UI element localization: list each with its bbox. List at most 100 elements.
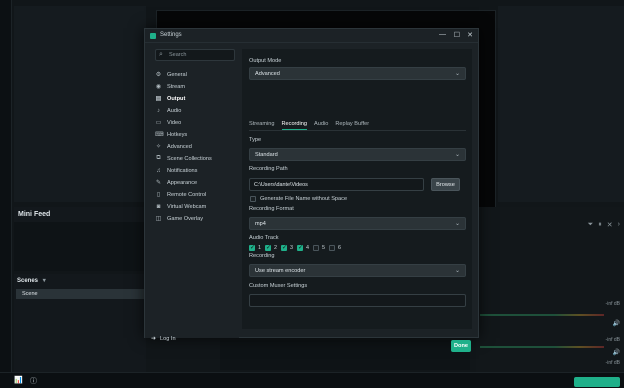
- no-space-label: Generate File Name without Space: [260, 196, 348, 202]
- sidebar-item-appearance[interactable]: ✎ Appearance: [155, 177, 237, 188]
- minifeed-body: [14, 222, 146, 271]
- track-number: 3: [290, 245, 293, 251]
- chevron-down-icon: ⌄: [454, 268, 460, 274]
- audio-track-3[interactable]: 3: [281, 244, 293, 251]
- output-tabs: Streaming Recording Audio Replay Buffer: [249, 121, 369, 130]
- chevron-down-icon: ⌄: [454, 71, 460, 77]
- sidebar-item-label: Appearance: [167, 179, 198, 186]
- login-label: Log In: [160, 335, 176, 342]
- sidebar-item-stream[interactable]: ◉ Stream: [155, 81, 237, 92]
- tabs-divider: [249, 130, 466, 131]
- settings-sidebar: ⌕ ⚙ General ◉ Stream ▤ Output ♪ Audio ▭ …: [145, 43, 239, 342]
- login-icon: ➜: [151, 336, 157, 342]
- sidebar-item-label: Scene Collections: [167, 155, 212, 162]
- stats-icon[interactable]: 📊: [14, 376, 23, 384]
- output-mode-select[interactable]: Advanced ⌄: [249, 67, 466, 80]
- recording-format-select[interactable]: mp4 ⌄: [249, 217, 466, 230]
- filter-icon[interactable]: ⏷: [588, 221, 594, 229]
- sidebar-item-label: Notifications: [167, 167, 198, 174]
- track-checkbox[interactable]: [281, 244, 287, 251]
- tab-audio[interactable]: Audio: [314, 121, 328, 130]
- monitor-icon: ▭: [155, 120, 162, 126]
- audio-track-4[interactable]: 4: [297, 244, 309, 251]
- tab-replay-buffer[interactable]: Replay Buffer: [335, 121, 369, 130]
- done-button[interactable]: Done: [451, 340, 471, 352]
- collections-icon: ⧉: [156, 155, 161, 161]
- recording-encoder-label: Recording: [249, 253, 275, 259]
- audio-track-2[interactable]: 2: [265, 244, 277, 251]
- wrench-icon: ✧: [155, 144, 162, 150]
- sidebar-item-label: Game Overlay: [167, 215, 204, 222]
- audio-mixer: -inf dB 🔊 -inf dB 🔊 -inf dB: [476, 296, 624, 368]
- track-number: 5: [322, 245, 325, 251]
- left-rail: [0, 0, 12, 388]
- output-icon: ▤: [155, 96, 162, 102]
- recording-path-label: Recording Path: [249, 166, 288, 172]
- recording-path-field[interactable]: C:\Users\dante\Videos: [249, 178, 424, 191]
- dialog-title: Settings: [160, 32, 182, 38]
- login-link[interactable]: ➜ Log In: [151, 335, 176, 343]
- close-icon[interactable]: ✕: [607, 221, 613, 229]
- remote-icon: ▯: [156, 192, 161, 198]
- scenes-dropdown-icon[interactable]: ▾: [43, 278, 46, 284]
- keyboard-icon: ⌨: [155, 132, 164, 138]
- speaker-icon[interactable]: 🔊: [613, 320, 620, 327]
- track-checkbox[interactable]: [297, 244, 303, 251]
- minifeed-title: Mini Feed: [18, 211, 51, 218]
- dialog-titlebar[interactable]: Settings — ☐ ✕: [145, 29, 478, 43]
- track-checkbox[interactable]: [329, 245, 335, 251]
- sidebar-item-label: General: [167, 71, 187, 78]
- scenes-title: Scenes: [17, 278, 39, 284]
- search-box[interactable]: ⌕: [155, 49, 235, 61]
- recording-encoder-select[interactable]: Use stream encoder ⌄: [249, 264, 466, 277]
- app-icon: [150, 33, 156, 39]
- audio-track-5[interactable]: 5: [313, 245, 325, 251]
- chevron-down-icon: ⌄: [454, 152, 460, 158]
- go-live-button[interactable]: [574, 377, 620, 387]
- sidebar-item-label: Audio: [167, 107, 182, 114]
- sidebar-item-label: Stream: [167, 83, 186, 90]
- type-select[interactable]: Standard ⌄: [249, 148, 466, 161]
- sidebar-item-hotkeys[interactable]: ⌨ Hotkeys: [155, 129, 237, 140]
- tab-streaming[interactable]: Streaming: [249, 121, 275, 130]
- track-checkbox[interactable]: [249, 244, 255, 251]
- globe-icon: ◉: [155, 84, 162, 90]
- sidebar-item-virtual-webcam[interactable]: ◙ Virtual Webcam: [155, 201, 237, 212]
- close-icon[interactable]: ✕: [467, 31, 473, 39]
- browse-button[interactable]: Browse: [431, 178, 460, 191]
- pause-icon[interactable]: ⏸: [598, 221, 602, 229]
- sidebar-item-remote-control[interactable]: ▯ Remote Control: [155, 189, 237, 200]
- sidebar-item-video[interactable]: ▭ Video: [155, 117, 237, 128]
- sidebar-item-notifications[interactable]: ♫ Notifications: [155, 165, 237, 176]
- maximize-icon[interactable]: ☐: [454, 31, 460, 39]
- mixer-meter: [480, 314, 604, 316]
- muxer-input[interactable]: [249, 294, 466, 307]
- tab-recording[interactable]: Recording: [281, 121, 307, 130]
- minimize-icon[interactable]: —: [439, 31, 446, 38]
- track-checkbox[interactable]: [265, 244, 271, 251]
- settings-dialog: Settings — ☐ ✕ ⌕ ⚙ General ◉ Stream ▤ Ou…: [144, 28, 479, 352]
- sidebar-item-general[interactable]: ⚙ General: [155, 69, 237, 80]
- sidebar-item-audio[interactable]: ♪ Audio: [155, 105, 237, 116]
- search-input[interactable]: [169, 51, 231, 59]
- scenes-header[interactable]: Scenes ▾: [17, 277, 46, 284]
- info-icon[interactable]: ⓘ: [30, 376, 37, 386]
- audio-track-6[interactable]: 6: [329, 245, 341, 251]
- sidebar-item-game-overlay[interactable]: ◫ Game Overlay: [155, 213, 237, 224]
- audio-track-1[interactable]: 1: [249, 244, 261, 251]
- search-icon: ⌕: [159, 51, 163, 58]
- chevron-down-icon: ⌄: [454, 221, 460, 227]
- sidebar-item-scene-collections[interactable]: ⧉ Scene Collections: [155, 153, 237, 164]
- speaker-icon[interactable]: 🔊: [613, 349, 620, 356]
- mixer-level-label: -inf dB: [605, 301, 620, 307]
- gear-icon: ⚙: [155, 72, 162, 78]
- sidebar-item-output[interactable]: ▤ Output: [155, 93, 237, 104]
- bell-icon: ♫: [156, 167, 161, 174]
- sidebar-item-advanced[interactable]: ✧ Advanced: [155, 141, 237, 152]
- scene-item[interactable]: Scene: [16, 289, 144, 299]
- paint-icon: ✎: [155, 180, 162, 186]
- track-checkbox[interactable]: [313, 245, 319, 251]
- chevron-right-icon[interactable]: ›: [618, 221, 620, 229]
- left-preview-pane: [14, 6, 146, 202]
- no-space-checkbox[interactable]: [250, 196, 256, 202]
